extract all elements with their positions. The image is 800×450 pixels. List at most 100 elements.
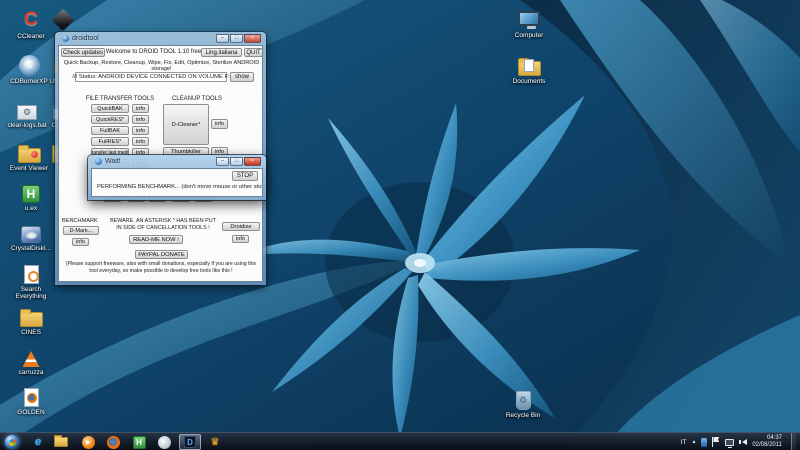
taskbar-icon-explorer[interactable] — [52, 435, 70, 449]
firefox-document-icon — [24, 388, 39, 407]
icon-label: Search Everything — [8, 286, 54, 301]
computer-monitor-icon — [518, 11, 540, 26]
crystaldisk-icon — [21, 226, 41, 243]
droidize-button[interactable]: Droidize — [222, 222, 260, 231]
green-h-icon: H — [22, 185, 40, 203]
desktop-icon-recycle-bin[interactable]: ♻ Recycle Bin — [500, 384, 546, 419]
taskbar-icon-internet-explorer[interactable]: e — [29, 435, 47, 449]
minimize-button[interactable]: – — [216, 157, 229, 166]
check-updates-button[interactable]: Check updates — [61, 48, 105, 57]
show-button[interactable]: show — [230, 72, 254, 82]
action-center-flag-icon[interactable] — [712, 437, 720, 447]
welcome-text: Welcome to DROID TOOL 1.10 freeware — [105, 49, 215, 55]
fullres-button[interactable]: FullRES* — [91, 137, 129, 146]
unity-cube-icon — [52, 9, 75, 32]
folder-icon — [20, 312, 43, 327]
icon-label: CrystalDiskI... — [8, 245, 54, 252]
fullres-info-button[interactable]: info — [132, 137, 149, 146]
network-icon[interactable] — [725, 439, 734, 446]
search-icon — [24, 265, 39, 284]
crown-icon: ♛ — [211, 437, 220, 448]
icon-label: Computer — [506, 32, 552, 39]
taskbar-icon-hwinfo[interactable]: H — [130, 435, 148, 449]
taskbar-icon-mail[interactable] — [155, 435, 173, 449]
close-button[interactable]: × — [244, 34, 261, 43]
icon-label: Documents — [506, 78, 552, 85]
dialog-title: Wait! — [105, 158, 121, 165]
taskbar-icon-firefox[interactable] — [104, 435, 122, 449]
quickres-info-button[interactable]: info — [132, 115, 149, 124]
droidize-info-button[interactable]: info — [232, 235, 249, 243]
fullbak-info-button[interactable]: info — [132, 126, 149, 135]
beware-text: BEWARE, AN ASTERISK * HAS BEEN PUT IN SI… — [107, 218, 219, 232]
status-box: /// Status: ANDROID DEVICE CONNECTED ON … — [75, 72, 227, 82]
taskbar: e ▶ H D ♛ IT ▲ 04:3 — [0, 432, 800, 450]
show-hidden-icons-button[interactable]: ▲ — [691, 439, 696, 445]
desktop: C CCleaner Unity CDBurnerXP UNITY W ⚙ cl… — [0, 0, 800, 450]
icon-label: carruzza — [8, 369, 54, 376]
paypal-donate-button[interactable]: PAYPAL DONATE — [135, 250, 188, 259]
recycle-bin-icon: ♻ — [516, 391, 531, 410]
bluetooth-icon[interactable] — [701, 438, 707, 447]
language-indicator[interactable]: IT — [681, 439, 687, 446]
benchmark-info-button[interactable]: info — [72, 238, 89, 246]
dcleaner-button[interactable]: D-Cleaner* — [163, 104, 209, 145]
minimize-button[interactable]: – — [216, 34, 229, 43]
readme-button[interactable]: READ-ME NOW ! — [129, 235, 183, 244]
quickbak-info-button[interactable]: info — [132, 104, 149, 113]
firefox-icon — [107, 436, 120, 449]
maximize-button[interactable]: □ — [230, 157, 243, 166]
desktop-icon-carruzza[interactable]: carruzza — [8, 341, 54, 376]
cd-disc-icon — [19, 55, 40, 76]
language-button[interactable]: Ling.italiana — [201, 48, 242, 57]
benchmark-message: PERFORMING BENCHMARK... (don't move mous… — [97, 184, 263, 190]
dmark-button[interactable]: D-Mark... — [63, 226, 99, 235]
clock[interactable]: 04:37 02/08/2011 — [752, 435, 782, 449]
quit-button[interactable]: QUIT — [244, 48, 263, 57]
windows-orb-icon — [5, 435, 19, 449]
close-button[interactable]: × — [244, 157, 261, 166]
desktop-icon-documents[interactable]: Documents — [506, 50, 552, 85]
quickres-button[interactable]: QuickRES* — [91, 115, 129, 124]
icon-label: GOLDEN — [8, 409, 54, 416]
wait-dialog-titlebar[interactable]: Wait! – □ × — [91, 155, 263, 168]
icon-label: CINES — [8, 329, 54, 336]
quickbak-button[interactable]: QuickBAK — [91, 104, 129, 113]
documents-folder-icon — [518, 61, 541, 76]
volume-icon[interactable] — [739, 439, 747, 445]
stop-button[interactable]: STOP — [232, 171, 258, 181]
cleanup-header: CLEANUP TOOLS — [165, 96, 229, 102]
system-tray: IT ▲ 04:37 02/08/2011 — [681, 433, 796, 450]
wait-dialog: Wait! – □ × STOP PERFORMING BENCHMARK...… — [88, 155, 266, 200]
icon-label: u.ex — [8, 205, 54, 212]
dcleaner-info-button[interactable]: info — [211, 119, 228, 129]
vlc-cone-icon — [23, 351, 40, 367]
taskbar-icon-media-player[interactable]: ▶ — [79, 435, 97, 449]
green-h-icon: H — [133, 436, 146, 449]
taskbar-icon-crown-app[interactable]: ♛ — [206, 435, 224, 449]
droidtool-d-icon: D — [184, 436, 196, 448]
desktop-icon-cines[interactable]: CINES — [8, 301, 54, 336]
desktop-icon-computer[interactable]: Computer — [506, 4, 552, 39]
desktop-icon-crystaldisk[interactable]: CrystalDiskI... — [8, 217, 54, 252]
window-title: droidtool — [72, 35, 99, 42]
clock-date: 02/08/2011 — [752, 442, 782, 449]
desktop-icon-u-ex[interactable]: H u.ex — [8, 177, 54, 212]
droidtool-app-icon — [62, 35, 69, 42]
taskbar-icon-droidtool-active[interactable]: D — [179, 434, 201, 450]
show-desktop-button[interactable] — [791, 433, 796, 450]
batch-file-icon: ⚙ — [17, 105, 37, 120]
benchmark-header: BENCHMARK — [62, 218, 98, 224]
fullbak-button[interactable]: FullBAK — [91, 126, 129, 135]
desktop-icon-search-everything[interactable]: Search Everything — [8, 258, 54, 301]
start-button[interactable] — [3, 435, 21, 449]
event-viewer-icon — [18, 148, 41, 163]
droidtool-titlebar[interactable]: droidtool – □ × — [58, 32, 263, 45]
support-text: (Please support freeware, also with smal… — [61, 261, 261, 274]
ccleaner-icon: C — [24, 9, 38, 31]
desktop-icon-golden[interactable]: GOLDEN — [8, 381, 54, 416]
explorer-folder-icon — [54, 437, 68, 447]
maximize-button[interactable]: □ — [230, 34, 243, 43]
internet-explorer-icon: e — [35, 436, 41, 448]
swan-app-icon — [158, 436, 171, 449]
